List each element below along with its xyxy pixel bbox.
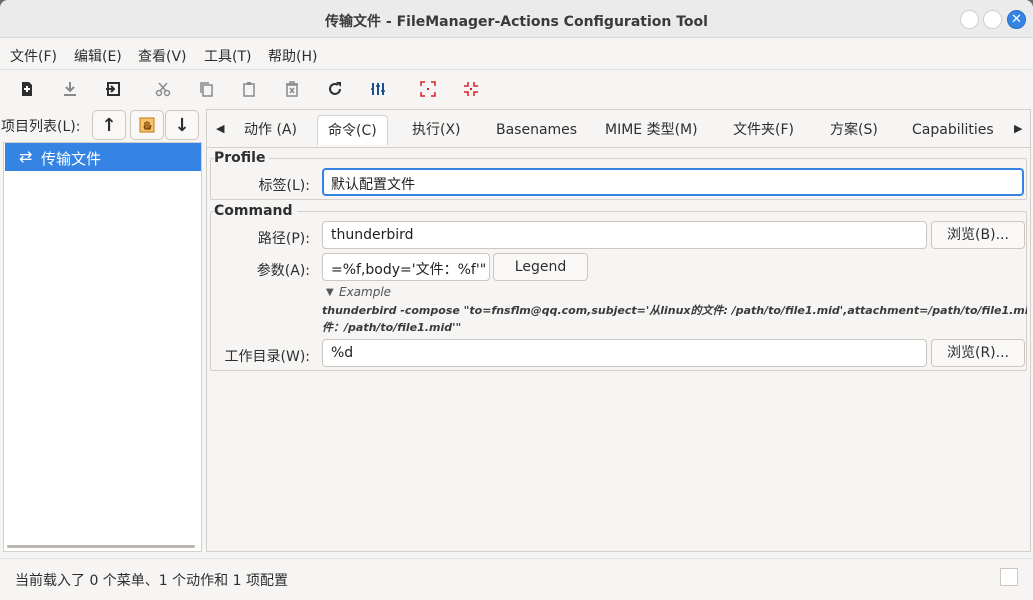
close-button[interactable]: ✕ [1007, 10, 1026, 29]
collapse-icon[interactable] [460, 78, 482, 100]
window-title: 传输文件 - FileManager-Actions Configuration… [325, 14, 708, 30]
import-icon[interactable] [59, 78, 81, 100]
move-down-button[interactable]: ↓ [165, 110, 199, 140]
cut-icon[interactable] [152, 78, 174, 100]
arrow-down-icon: ↓ [174, 114, 190, 136]
browse-path-button[interactable]: 浏览(B)... [931, 221, 1025, 249]
arrow-up-icon: ↑ [101, 114, 117, 136]
action-icon: ⇄ [19, 147, 33, 166]
items-tree[interactable]: ⇄ 传输文件 [3, 142, 202, 552]
horizontal-scrollbar[interactable] [7, 545, 195, 548]
tree-item-label: 传输文件 [41, 150, 102, 168]
tab-bar: ◀ 动作 (A) 命令(C) 执行(X) Basenames MIME 类型(M… [207, 110, 1030, 148]
menu-bar: 文件(F) 编辑(E) 查看(V) 工具(T) 帮助(H) [0, 38, 1033, 70]
tab-capabilities[interactable]: Capabilities [902, 115, 1004, 145]
expand-icon[interactable] [417, 78, 439, 100]
workdir-input[interactable]: %d [322, 339, 927, 367]
edit-item-button[interactable] [130, 110, 164, 140]
properties-panel: ◀ 动作 (A) 命令(C) 执行(X) Basenames MIME 类型(M… [206, 109, 1031, 552]
app-window: 传输文件 - FileManager-Actions Configuration… [0, 0, 1033, 600]
example-text-line2: 件：/path/to/file1.mid'" [322, 321, 462, 334]
items-list-label: 项目列表(L): [1, 119, 81, 135]
toolbar [0, 70, 1033, 108]
menu-view[interactable]: 查看(V) [138, 46, 187, 66]
new-menu-icon[interactable] [16, 78, 38, 100]
tab-schemes[interactable]: 方案(S) [820, 115, 888, 145]
menu-file[interactable]: 文件(F) [10, 46, 57, 66]
tab-scroll-left-icon[interactable]: ◀ [216, 122, 224, 135]
profile-section-title: Profile [214, 150, 270, 166]
tab-basenames[interactable]: Basenames [486, 115, 587, 145]
tab-action[interactable]: 动作 (A) [234, 115, 307, 145]
close-icon: ✕ [1011, 12, 1022, 27]
command-section-title: Command [214, 203, 297, 219]
browse-workdir-button[interactable]: 浏览(R)... [931, 339, 1025, 367]
expander-triangle-icon[interactable]: ▼ [326, 287, 334, 298]
paste-icon[interactable] [238, 78, 260, 100]
delete-icon[interactable] [281, 78, 303, 100]
path-caption: 路径(P): [257, 231, 310, 247]
title-bar[interactable]: 传输文件 - FileManager-Actions Configuration… [0, 0, 1033, 38]
example-expander[interactable]: Example [339, 285, 391, 299]
status-text: 当前载入了 0 个菜单、1 个动作和 1 项配置 [15, 573, 288, 589]
menu-help[interactable]: 帮助(H) [268, 46, 317, 66]
example-text-line1: thunderbird -compose "to=fnsflm@qq.com,s… [322, 304, 1027, 317]
params-input[interactable]: =%f,body='文件：%f'" [322, 253, 490, 281]
command-tab-content: Profile 标签(L): 默认配置文件 Command 路径(P): thu… [210, 148, 1027, 371]
tab-execution[interactable]: 执行(X) [402, 115, 471, 145]
tab-folders[interactable]: 文件夹(F) [723, 115, 804, 145]
copy-icon[interactable] [195, 78, 217, 100]
export-icon[interactable] [102, 78, 124, 100]
items-panel-header: 项目列表(L): ↑ ↓ [1, 109, 202, 141]
tab-mime-types[interactable]: MIME 类型(M) [595, 115, 708, 145]
legend-button[interactable]: Legend [493, 253, 588, 281]
move-up-button[interactable]: ↑ [92, 110, 126, 140]
maximize-button[interactable] [983, 10, 1002, 29]
path-input[interactable]: thunderbird [322, 221, 927, 249]
hand-edit-icon [139, 117, 155, 133]
tab-scroll-right-icon[interactable]: ▶ [1014, 122, 1022, 135]
minimize-button[interactable] [960, 10, 979, 29]
columns-icon[interactable] [367, 78, 389, 100]
menu-edit[interactable]: 编辑(E) [74, 46, 122, 66]
status-indicator [1000, 568, 1018, 586]
items-panel: 项目列表(L): ↑ ↓ ⇄ 传输文件 [1, 109, 202, 552]
menu-tools[interactable]: 工具(T) [204, 46, 251, 66]
label-caption: 标签(L): [258, 178, 310, 194]
tab-command[interactable]: 命令(C) [317, 115, 388, 145]
reload-icon[interactable] [324, 78, 346, 100]
workdir-caption: 工作目录(W): [224, 349, 310, 365]
tree-item-transfer-file[interactable]: ⇄ 传输文件 [5, 143, 201, 171]
params-caption: 参数(A): [256, 263, 310, 279]
label-input[interactable]: 默认配置文件 [322, 168, 1024, 196]
status-bar: 当前载入了 0 个菜单、1 个动作和 1 项配置 [0, 558, 1033, 600]
